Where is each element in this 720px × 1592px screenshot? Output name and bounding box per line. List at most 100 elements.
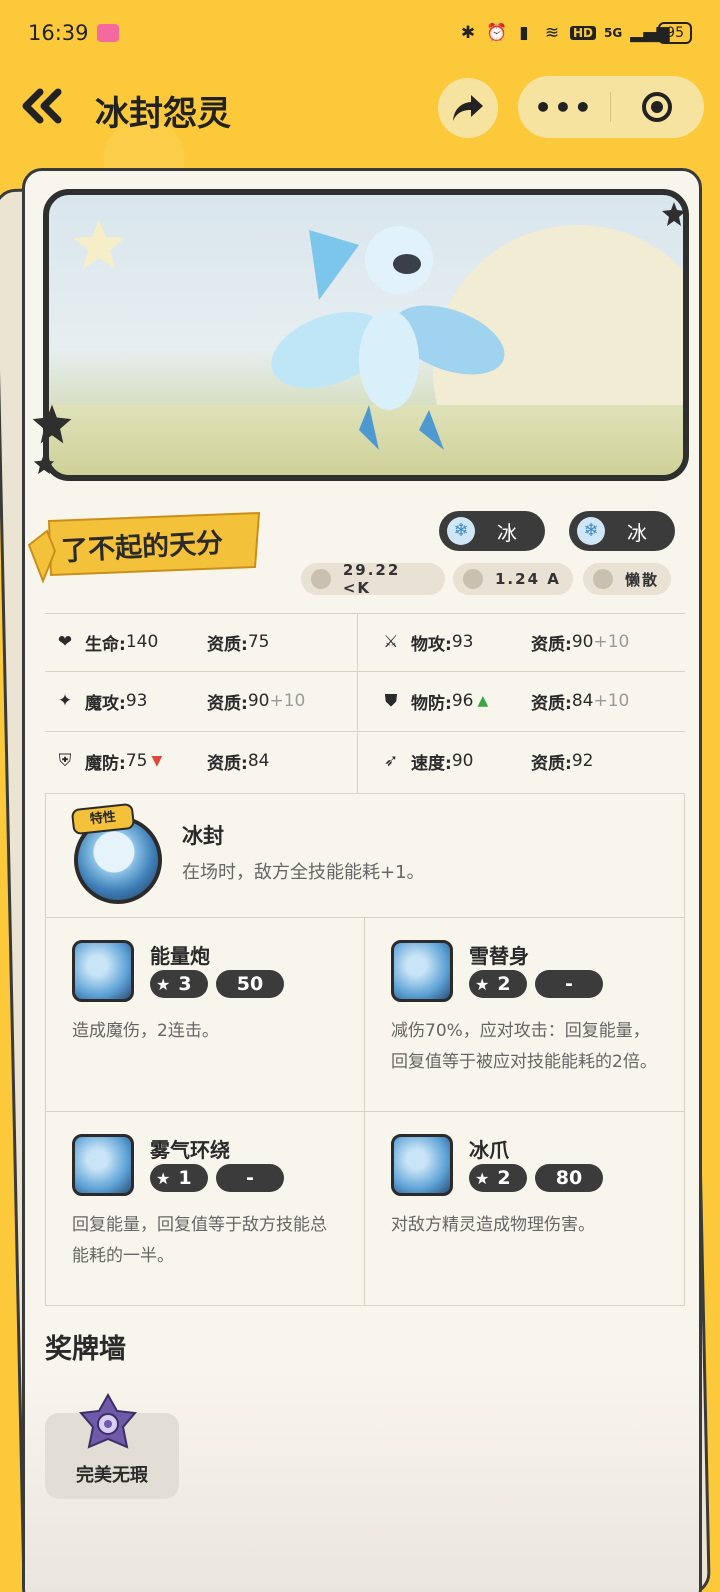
type-badge: ❄ 冰 xyxy=(439,511,545,551)
skill-cost: 50 xyxy=(216,970,284,998)
height-value: 1.24 A xyxy=(495,570,561,588)
skill-card[interactable]: 雾气环绕 ★ 1 - 回复能量，回复值等于敌方技能总能耗的一半。 xyxy=(45,1112,365,1306)
bluetooth-icon: ✱ xyxy=(460,23,476,43)
aptitude-bonus: +10 xyxy=(593,691,630,711)
trend-up-icon: ▲ xyxy=(477,693,489,709)
magic-icon: ✦ xyxy=(57,691,73,711)
skill-card[interactable]: 能量炮 ★ 3 50 造成魔伤，2连击。 xyxy=(45,918,365,1112)
heart-icon: ❤ xyxy=(57,632,73,652)
stat-name: 魔防: xyxy=(85,753,126,774)
height-pill: 1.24 A xyxy=(453,563,573,595)
stat-value: 93 xyxy=(451,632,474,652)
speed-icon: ➶ xyxy=(383,751,399,771)
stat-name: 物攻: xyxy=(411,634,452,655)
signal-icon: ▂▄▆ xyxy=(630,23,670,43)
aptitude-magic-defense: 资质: 84 xyxy=(207,732,269,790)
aptitude-speed: 资质: 92 xyxy=(531,732,593,790)
back-icon xyxy=(22,88,62,124)
weight-value: 29.22 <K xyxy=(342,561,401,597)
aptitude-label: 资质: xyxy=(531,634,572,655)
share-button[interactable] xyxy=(438,78,498,138)
stats-grid: ❤ 生命: 140 资质: 75 ⚔ 物攻: 93 资质: 90 +10 ✦ 魔… xyxy=(45,613,685,793)
shield-icon: ⛊ xyxy=(384,691,398,711)
back-button[interactable] xyxy=(20,86,70,126)
battery-indicator: 95 xyxy=(658,22,692,44)
status-bar: 16:39 ✱ ⏰ ▮ ≋ HD 5G ▂▄▆ 95 xyxy=(0,0,720,66)
stat-value: 140 xyxy=(125,632,159,652)
stat-value: 93 xyxy=(125,691,148,711)
status-icons: ✱ ⏰ ▮ ≋ HD 5G ▂▄▆ 95 xyxy=(458,22,692,44)
skill-card[interactable]: 雪替身 ★ 2 - 减伤70%，应对攻击：回复能量，回复值等于被应对技能能耗的2倍… xyxy=(365,918,685,1112)
network-label: 5G xyxy=(603,26,623,40)
type-label: 冰 xyxy=(627,520,647,545)
mini-program-capsule: ••• xyxy=(518,76,704,138)
star-decoration-icon xyxy=(73,219,125,269)
trend-down-icon: ▼ xyxy=(151,753,163,769)
skill-level: ★ 2 xyxy=(469,1164,527,1192)
skill-desc: 回复能量，回复值等于敌方技能总能耗的一半。 xyxy=(72,1215,327,1266)
skill-level: ★ 1 xyxy=(150,1164,208,1192)
aptitude-physical-attack: 资质: 90 +10 xyxy=(531,613,629,671)
stat-value: 75 xyxy=(125,751,148,771)
stat-magic-defense: ⛨ 魔防: 75 ▼ xyxy=(53,732,163,790)
stat-value: 90 xyxy=(451,751,474,771)
mist-icon xyxy=(72,1134,134,1196)
aptitude-label: 资质: xyxy=(207,693,248,714)
trait-row[interactable]: 特性 冰封 在场时，敌方全技能能耗+1。 xyxy=(45,794,685,918)
star-corner-icon xyxy=(33,453,55,475)
aptitude-label: 资质: xyxy=(207,753,248,774)
aptitude-value: 90 xyxy=(247,691,270,711)
nature-pill: 懒散 xyxy=(583,563,671,595)
ruler-icon xyxy=(463,569,483,589)
stat-speed: ➶ 速度: 90 xyxy=(379,732,474,790)
skill-cost: - xyxy=(535,970,603,998)
trait-desc: 在场时，敌方全技能能耗+1。 xyxy=(182,862,425,883)
page-title: 冰封怨灵 xyxy=(95,94,231,134)
wifi-icon: ≋ xyxy=(544,23,560,43)
star-icon: ★ xyxy=(475,1168,490,1188)
snowflake-icon: ❄ xyxy=(577,517,605,545)
star-icon xyxy=(593,569,613,589)
skill-cost: 80 xyxy=(535,1164,603,1192)
skill-desc: 造成魔伤，2连击。 xyxy=(72,1021,219,1041)
weight-pill: 29.22 <K xyxy=(301,561,445,597)
skill-level-value: 1 xyxy=(178,1167,192,1189)
sword-icon: ⚔ xyxy=(383,632,399,652)
stat-value: 96 xyxy=(451,691,474,711)
medal-label: 完美无瑕 xyxy=(76,1465,148,1486)
aptitude-value: 75 xyxy=(247,632,270,652)
aptitude-label: 资质: xyxy=(531,753,572,774)
stat-name: 速度: xyxy=(411,753,452,774)
talent-ribbon: 了不起的天分 xyxy=(25,511,269,584)
close-mini-program-button[interactable] xyxy=(611,90,703,124)
trait-name: 冰封 xyxy=(182,824,224,848)
skill-level-value: 2 xyxy=(497,973,511,995)
skill-level: ★ 2 xyxy=(469,970,527,998)
aptitude-physical-defense: 资质: 84 +10 xyxy=(531,672,629,730)
more-button[interactable]: ••• xyxy=(518,91,610,124)
aptitude-magic-attack: 资质: 90 +10 xyxy=(207,672,305,730)
star-corner-icon xyxy=(662,202,686,226)
aptitude-bonus: +10 xyxy=(593,632,630,652)
nature-value: 懒散 xyxy=(625,570,660,589)
status-time: 16:39 xyxy=(28,21,89,45)
snowflake-icon: ❄ xyxy=(447,517,475,545)
skill-name: 雾气环绕 xyxy=(150,1138,230,1162)
target-icon xyxy=(642,92,672,122)
header: 冰封怨灵 ••• xyxy=(0,72,720,142)
weight-icon xyxy=(311,569,331,589)
skill-desc: 对敌方精灵造成物理伤害。 xyxy=(391,1215,595,1235)
type-label: 冰 xyxy=(497,520,517,545)
ice-spirit-illustration xyxy=(271,226,505,450)
hd-badge: HD xyxy=(569,26,596,40)
skill-desc: 减伤70%，应对攻击：回复能量，回复值等于被应对技能能耗的2倍。 xyxy=(391,1021,657,1072)
stat-name: 魔攻: xyxy=(85,693,126,714)
star-icon: ★ xyxy=(156,1168,171,1188)
stat-name: 生命: xyxy=(85,634,126,655)
aptitude-bonus: +10 xyxy=(269,691,306,711)
skill-card[interactable]: 冰爪 ★ 2 80 对敌方精灵造成物理伤害。 xyxy=(365,1112,685,1306)
skill-name: 能量炮 xyxy=(150,944,210,968)
aptitude-label: 资质: xyxy=(207,634,248,655)
alarm-icon: ⏰ xyxy=(485,23,508,43)
aptitude-value: 84 xyxy=(571,691,594,711)
